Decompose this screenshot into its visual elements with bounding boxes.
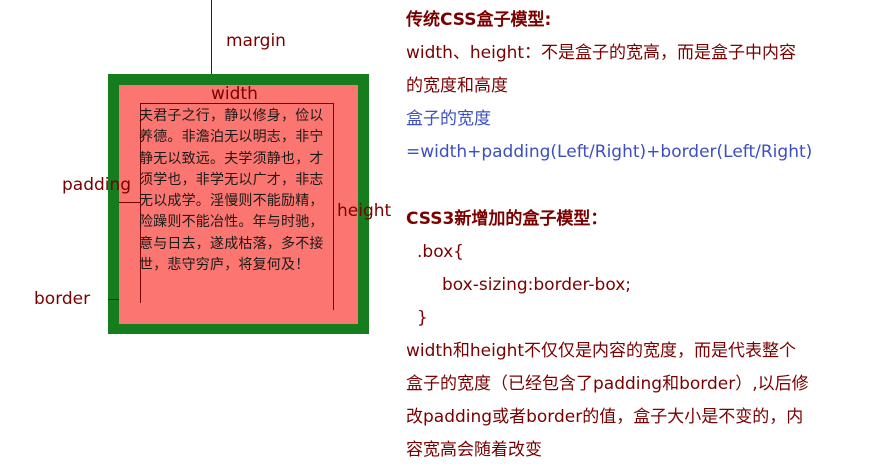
traditional-line-1: width、height：不是盒子的宽高，而是盒子中内容 — [406, 43, 797, 63]
css3-desc-line-2: 盒子的宽度（已经包含了padding和border）,以后修 — [406, 374, 809, 394]
height-label: height — [337, 201, 392, 221]
css3-desc-line-3: 改padding或者border的值，盒子大小是不变的，内 — [406, 407, 804, 427]
content-text: 夫君子之行，静以修身，俭以养德。非澹泊无以明志，非宁静无以致远。夫学须静也，才须… — [139, 108, 324, 274]
padding-label: padding — [62, 175, 132, 195]
box-width-formula: =width+padding(Left/Right)+border(Left/R… — [406, 142, 813, 162]
code-close: } — [417, 308, 428, 328]
padding-guide-line — [119, 202, 140, 203]
css3-desc-line-1: width和height不仅仅是内容的宽度，而是代表整个 — [406, 341, 797, 361]
code-property: box-sizing:border-box; — [442, 275, 632, 295]
width-label: width — [211, 84, 258, 104]
css3-model-title: CSS3新增加的盒子模型： — [406, 209, 608, 229]
code-open: .box{ — [417, 242, 464, 262]
css3-desc-line-4: 容宽高会随着改变 — [406, 440, 542, 460]
traditional-line-2: 的宽度和高度 — [406, 76, 508, 96]
box-width-label: 盒子的宽度 — [406, 109, 491, 129]
border-label: border — [34, 289, 91, 309]
margin-label: margin — [226, 31, 286, 51]
border-guide-line — [108, 299, 119, 300]
margin-guide-line — [211, 0, 212, 74]
traditional-model-title: 传统CSS盒子模型: — [406, 10, 552, 30]
